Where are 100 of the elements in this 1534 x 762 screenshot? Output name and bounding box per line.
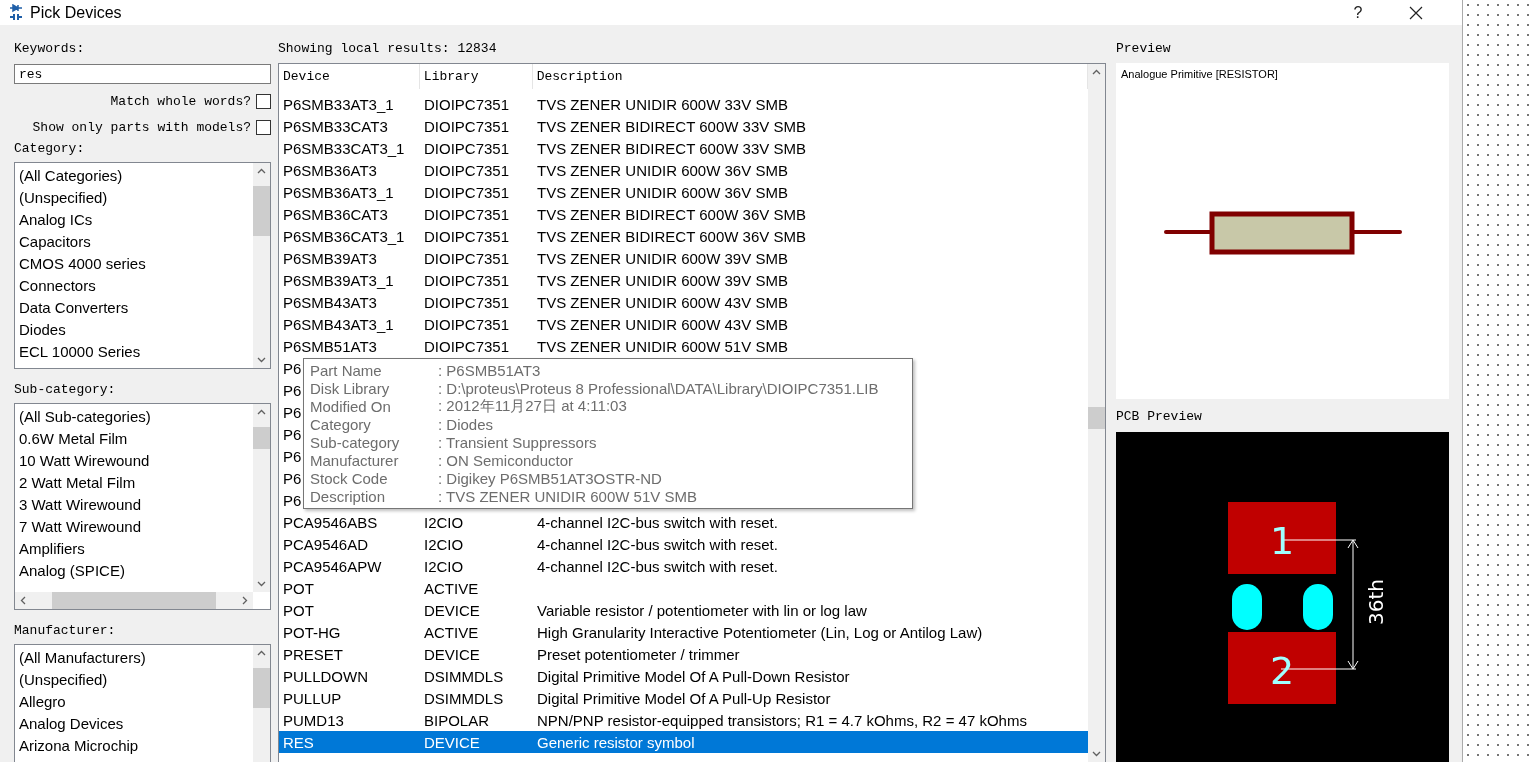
list-box[interactable]: (All Sub-categories) 0.6W Metal Film 10 Watt Wirewound 2 Watt Metal Film 3 Watt Wirewound 7 Watt Wirewound Amplifiers Analog (SPICE) [14, 403, 271, 610]
list-item[interactable]: (All Sub-categories) [15, 406, 253, 428]
list-item[interactable]: ECL 10000 Series [15, 341, 253, 363]
device-cell-text: P6SMB36CAT3_1 [282, 227, 406, 245]
list-item[interactable]: Analog ICs [15, 209, 253, 231]
checkbox[interactable] [256, 119, 271, 135]
description-cell-text: TVS ZENER UNIDIR 600W 43V SMB [536, 315, 789, 333]
table-row[interactable]: P6SMB43AT3_1 DIOIPC7351 TVS ZENER UNIDIR 600W 43V SMB [279, 313, 1088, 335]
table-row[interactable]: P6SMB36CAT3 DIOIPC7351 TVS ZENER BIDIRECT 600W 36V SMB [279, 203, 1088, 225]
table-row[interactable]: POT DEVICE Variable resistor / potentiometer with lin or log law [279, 599, 1088, 621]
description-cell-text: Digital Primitive Model Of A Pull-Up Resistor [536, 689, 832, 707]
column-header[interactable]: Library [419, 64, 533, 89]
tooltip-field-name: Modified On [310, 397, 392, 415]
list-item[interactable]: Analog Devices [15, 713, 253, 735]
description-cell-text: TVS ZENER UNIDIR 600W 36V SMB [536, 161, 789, 179]
list-item[interactable]: Capacitors [15, 231, 253, 253]
list-item[interactable]: Amplifiers [15, 538, 253, 560]
list-item[interactable]: (Unspecified) [15, 187, 253, 209]
help-button[interactable]: ? [1332, 0, 1384, 25]
scrollbar[interactable] [1088, 64, 1105, 762]
library-cell-text: DIOIPC7351 [423, 95, 511, 113]
device-cell-text: P6SMB36CAT3 [282, 205, 389, 223]
table-row[interactable]: POT ACTIVE [279, 577, 1088, 599]
scrollbar-thumb[interactable] [1088, 407, 1105, 429]
category-label: Category: [14, 140, 86, 158]
library-cell-text: ACTIVE [423, 579, 480, 597]
list-item[interactable]: Diodes [15, 319, 253, 341]
list-item[interactable]: CMOS 4000 series [15, 253, 253, 275]
library-cell-text: DIOIPC7351 [423, 337, 511, 355]
preview-caption: Analogue Primitive [RESISTOR] [1120, 67, 1279, 80]
table-row[interactable]: PCA9546ABS I2CIO 4-channel I2C-bus switch with reset. [279, 511, 1088, 533]
tooltip-field-name: Stock Code [310, 469, 389, 487]
pad-number: 2 [1269, 649, 1295, 693]
list-item[interactable]: Connectors [15, 275, 253, 297]
table-row[interactable]: PRESET DEVICE Preset potentiometer / trimmer [279, 643, 1088, 665]
list-box[interactable]: (All Categories) (Unspecified) Analog ICs Capacitors CMOS 4000 series Connectors Data Converters Diodes ECL 10000 Series [14, 162, 271, 369]
device-cell-text: PCA9546APW [282, 557, 383, 575]
description-cell-text: TVS ZENER BIDIRECT 600W 36V SMB [536, 205, 807, 223]
table-row[interactable]: P6SMB36AT3 DIOIPC7351 TVS ZENER UNIDIR 600W 36V SMB [279, 159, 1088, 181]
list-item[interactable]: 2 Watt Metal Film [15, 472, 253, 494]
table-row[interactable]: P6SMB36CAT3_1 DIOIPC7351 TVS ZENER BIDIRECT 600W 36V SMB [279, 225, 1088, 247]
list-item[interactable]: 0.6W Metal Film [15, 428, 253, 450]
table-row[interactable]: P6SMB43AT3 DIOIPC7351 TVS ZENER UNIDIR 600W 43V SMB [279, 291, 1088, 313]
scrollbar-thumb[interactable] [52, 592, 216, 609]
list-box[interactable]: (All Manufacturers) (Unspecified) Allegro Analog Devices Arizona Microchip [14, 644, 271, 762]
description-cell-text: 4-channel I2C-bus switch with reset. [536, 557, 779, 575]
list-item[interactable]: Arizona Microchip [15, 735, 253, 757]
description-cell-text: 4-channel I2C-bus switch with reset. [536, 513, 779, 531]
device-cell-text: P6SMB43AT3 [282, 293, 378, 311]
horizontal-scrollbar[interactable] [15, 592, 253, 609]
device-cell-text: POT [282, 579, 315, 597]
scrollbar[interactable] [253, 645, 270, 762]
scrollbar-thumb[interactable] [253, 186, 270, 236]
tooltip-field-value: : D:\proteus\Proteus 8 Professional\DATA\Library\DIOIPC7351.LIB [438, 379, 879, 397]
table-row[interactable]: P6SMB33AT3_1 DIOIPC7351 TVS ZENER UNIDIR 600W 33V SMB [279, 93, 1088, 115]
scrollbar-thumb[interactable] [253, 427, 270, 449]
table-row[interactable]: PUMD13 BIPOLAR NPN/PNP resistor-equipped transistors; R1 = 4.7 kOhms, R2 = 47 kOhms [279, 709, 1088, 731]
device-cell-text: POT-HG [282, 623, 342, 641]
table-row[interactable]: PCA9546AD I2CIO 4-channel I2C-bus switch with reset. [279, 533, 1088, 555]
library-cell-text: BIPOLAR [423, 711, 491, 729]
list-item[interactable]: 7 Watt Wirewound [15, 516, 253, 538]
description-cell-text: Digital Primitive Model Of A Pull-Down Resistor [536, 667, 851, 685]
list-item[interactable]: Allegro [15, 691, 253, 713]
list-item[interactable]: (Unspecified) [15, 669, 253, 691]
table-row[interactable]: RES DEVICE Generic resistor symbol [279, 731, 1088, 753]
list-item[interactable]: (All Manufacturers) [15, 647, 253, 669]
device-cell-text: POT [282, 601, 315, 619]
column-header[interactable]: Device [279, 64, 420, 89]
list-item[interactable]: 10 Watt Wirewound [15, 450, 253, 472]
table-row[interactable]: PCA9546APW I2CIO 4-channel I2C-bus switch with reset. [279, 555, 1088, 577]
tooltip-field-name: Disk Library [310, 379, 391, 397]
keywords-field[interactable]: res [14, 64, 271, 84]
scrollbar-thumb[interactable] [253, 668, 270, 708]
table-row[interactable]: POT-HG ACTIVE High Granularity Interactive Potentiometer (Lin, Log or Antilog Law) [279, 621, 1088, 643]
library-cell-text: I2CIO [423, 557, 465, 575]
table-row[interactable]: P6SMB33CAT3_1 DIOIPC7351 TVS ZENER BIDIRECT 600W 33V SMB [279, 137, 1088, 159]
scrollbar[interactable] [253, 163, 270, 368]
list-item[interactable]: 3 Watt Wirewound [15, 494, 253, 516]
table-row[interactable]: P6SMB39AT3 DIOIPC7351 TVS ZENER UNIDIR 600W 39V SMB [279, 247, 1088, 269]
list-item[interactable]: (All Categories) [15, 165, 253, 187]
table-row[interactable]: P6SMB36AT3_1 DIOIPC7351 TVS ZENER UNIDIR 600W 36V SMB [279, 181, 1088, 203]
table-row[interactable]: P6SMB39AT3_1 DIOIPC7351 TVS ZENER UNIDIR 600W 39V SMB [279, 269, 1088, 291]
device-cell-text: P6SMB33CAT3_1 [282, 139, 406, 157]
table-row[interactable]: P6SMB51AT3 DIOIPC7351 TVS ZENER UNIDIR 600W 51V SMB [279, 335, 1088, 357]
tooltip-field-value: : Diodes [438, 415, 494, 433]
library-cell-text: DSIMMDLS [423, 689, 505, 707]
scrollbar[interactable] [253, 404, 270, 592]
list-item[interactable]: Data Converters [15, 297, 253, 319]
description-cell-text: Preset potentiometer / trimmer [536, 645, 741, 663]
table-row[interactable]: PULLDOWN DSIMMDLS Digital Primitive Model Of A Pull-Down Resistor [279, 665, 1088, 687]
device-cell-text: PCA9546AD [282, 535, 370, 553]
table-row[interactable]: P6SMB33CAT3 DIOIPC7351 TVS ZENER BIDIRECT 600W 33V SMB [279, 115, 1088, 137]
checkbox[interactable] [256, 93, 271, 109]
dimension-label: 36th [1364, 579, 1388, 625]
description-cell-text: High Granularity Interactive Potentiometer (Lin, Log or Antilog Law) [536, 623, 984, 641]
library-cell-text: DIOIPC7351 [423, 161, 511, 179]
library-cell-text: DIOIPC7351 [423, 183, 511, 201]
list-item[interactable]: Analog (SPICE) [15, 560, 253, 582]
table-row[interactable]: PULLUP DSIMMDLS Digital Primitive Model Of A Pull-Up Resistor [279, 687, 1088, 709]
library-cell-text: DEVICE [423, 645, 481, 663]
